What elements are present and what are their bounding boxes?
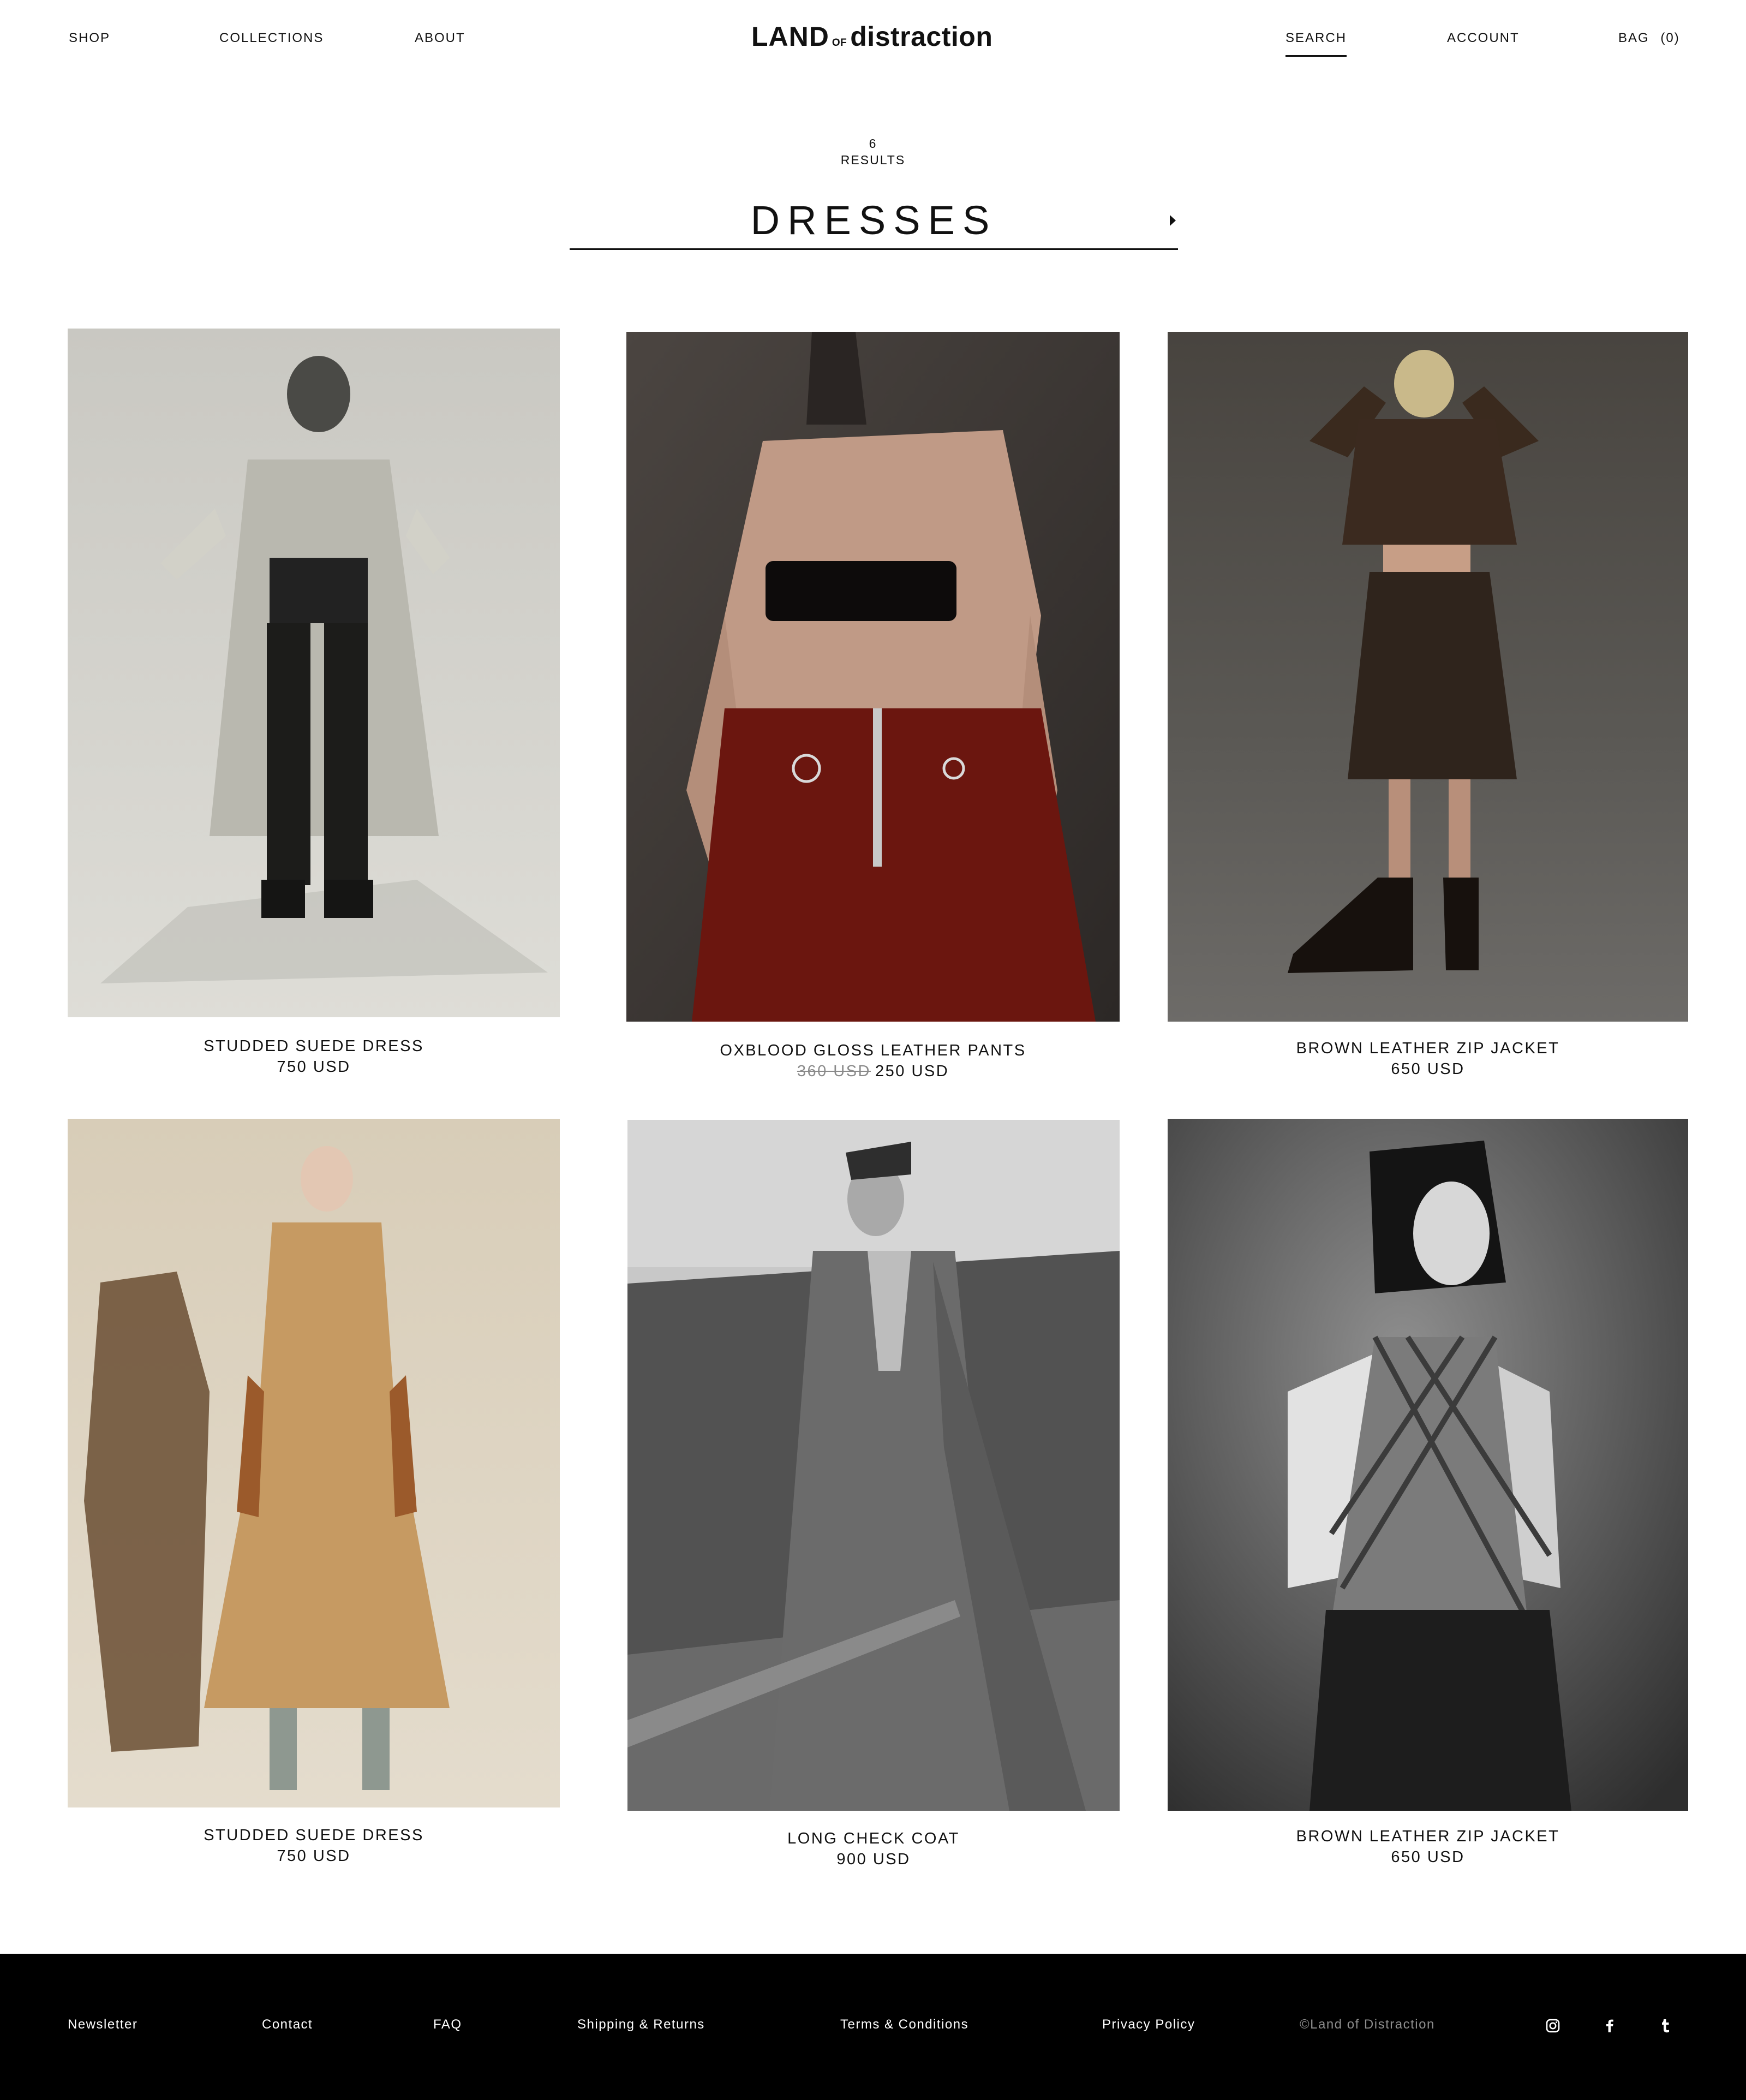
logo-of: OF	[832, 37, 847, 49]
tumblr-icon[interactable]	[1654, 2015, 1676, 2037]
product-photo	[1168, 1119, 1688, 1811]
product-price: 650 USD	[1391, 1060, 1465, 1078]
product-name[interactable]: LONG CHECK COAT	[627, 1828, 1120, 1849]
product-price: 750 USD	[277, 1058, 351, 1076]
nav-about[interactable]: ABOUT	[415, 28, 465, 48]
product-old-price: 360 USD	[797, 1063, 871, 1080]
caret-right-icon[interactable]	[1170, 215, 1176, 226]
product-price: 650 USD	[1391, 1848, 1465, 1866]
footer-link-contact[interactable]: Contact	[262, 2015, 313, 2035]
footer-link-terms[interactable]: Terms & Conditions	[840, 2015, 968, 2035]
instagram-icon[interactable]	[1542, 2015, 1564, 2037]
product-photo	[1168, 332, 1688, 1022]
product-name[interactable]: OXBLOOD GLOSS LEATHER PANTS	[626, 1040, 1120, 1061]
product-card[interactable]: BROWN LEATHER ZIP JACKET 650 USD	[1168, 1119, 1688, 1875]
product-card[interactable]: BROWN LEATHER ZIP JACKET 650 USD	[1168, 332, 1688, 1086]
nav-account[interactable]: ACCOUNT	[1447, 28, 1520, 48]
footer-copyright: ©Land of Distraction	[1300, 2017, 1435, 2032]
category-title[interactable]: DRESSES	[570, 191, 1178, 250]
nav-search[interactable]: SEARCH	[1285, 28, 1347, 57]
product-image[interactable]	[68, 1119, 560, 1807]
results-label: RESULTS	[840, 153, 906, 167]
site-footer: Newsletter Contact FAQ Shipping & Return…	[0, 1954, 1746, 2100]
footer-link-privacy[interactable]: Privacy Policy	[1102, 2015, 1195, 2035]
product-card[interactable]: STUDDED SUEDE DRESS 750 USD	[68, 329, 560, 1082]
product-name[interactable]: STUDDED SUEDE DRESS	[68, 1825, 560, 1846]
footer-link-newsletter[interactable]: Newsletter	[68, 2015, 137, 2035]
nav-bag[interactable]: BAG (0)	[1618, 28, 1680, 48]
logo-distraction: distraction	[850, 21, 993, 52]
facebook-icon[interactable]	[1599, 2015, 1621, 2037]
site-logo[interactable]: LAND OF distraction	[751, 21, 992, 53]
results-count: 6	[869, 136, 877, 151]
product-photo	[627, 1120, 1120, 1811]
product-image[interactable]	[1168, 1119, 1688, 1811]
product-image[interactable]	[627, 1120, 1120, 1811]
results-summary: 6 RESULTS	[0, 135, 1746, 168]
bag-count: (0)	[1660, 31, 1680, 45]
nav-search-label: SEARCH	[1285, 31, 1347, 45]
product-price: 900 USD	[836, 1851, 911, 1868]
footer-link-shipping-returns[interactable]: Shipping & Returns	[577, 2015, 705, 2035]
product-image[interactable]	[626, 332, 1120, 1022]
nav-bag-label: BAG	[1618, 31, 1649, 45]
product-price: 750 USD	[277, 1847, 351, 1865]
product-card[interactable]: OXBLOOD GLOSS LEATHER PANTS 360 USD 250 U…	[626, 332, 1120, 1086]
logo-land: LAND	[751, 21, 829, 52]
product-price: 360 USD 250 USD	[626, 1061, 1120, 1082]
nav-collections[interactable]: COLLECTIONS	[219, 28, 324, 48]
product-image[interactable]	[1168, 332, 1688, 1022]
footer-link-faq[interactable]: FAQ	[433, 2015, 462, 2035]
product-name[interactable]: STUDDED SUEDE DRESS	[68, 1036, 560, 1057]
product-photo	[626, 332, 1120, 1022]
nav-shop[interactable]: SHOP	[69, 28, 110, 48]
category-selector[interactable]: DRESSES	[570, 191, 1178, 250]
product-photo	[68, 329, 560, 1017]
product-sale-price: 250 USD	[875, 1063, 949, 1080]
nav-search-underline	[1285, 55, 1347, 57]
product-image[interactable]	[68, 329, 560, 1017]
product-photo	[68, 1119, 560, 1807]
product-name[interactable]: BROWN LEATHER ZIP JACKET	[1168, 1038, 1688, 1059]
product-card[interactable]: STUDDED SUEDE DRESS 750 USD	[68, 1119, 560, 1873]
product-card[interactable]: LONG CHECK COAT 900 USD	[627, 1120, 1120, 1875]
category-underline	[570, 248, 1178, 250]
product-name[interactable]: BROWN LEATHER ZIP JACKET	[1168, 1826, 1688, 1847]
